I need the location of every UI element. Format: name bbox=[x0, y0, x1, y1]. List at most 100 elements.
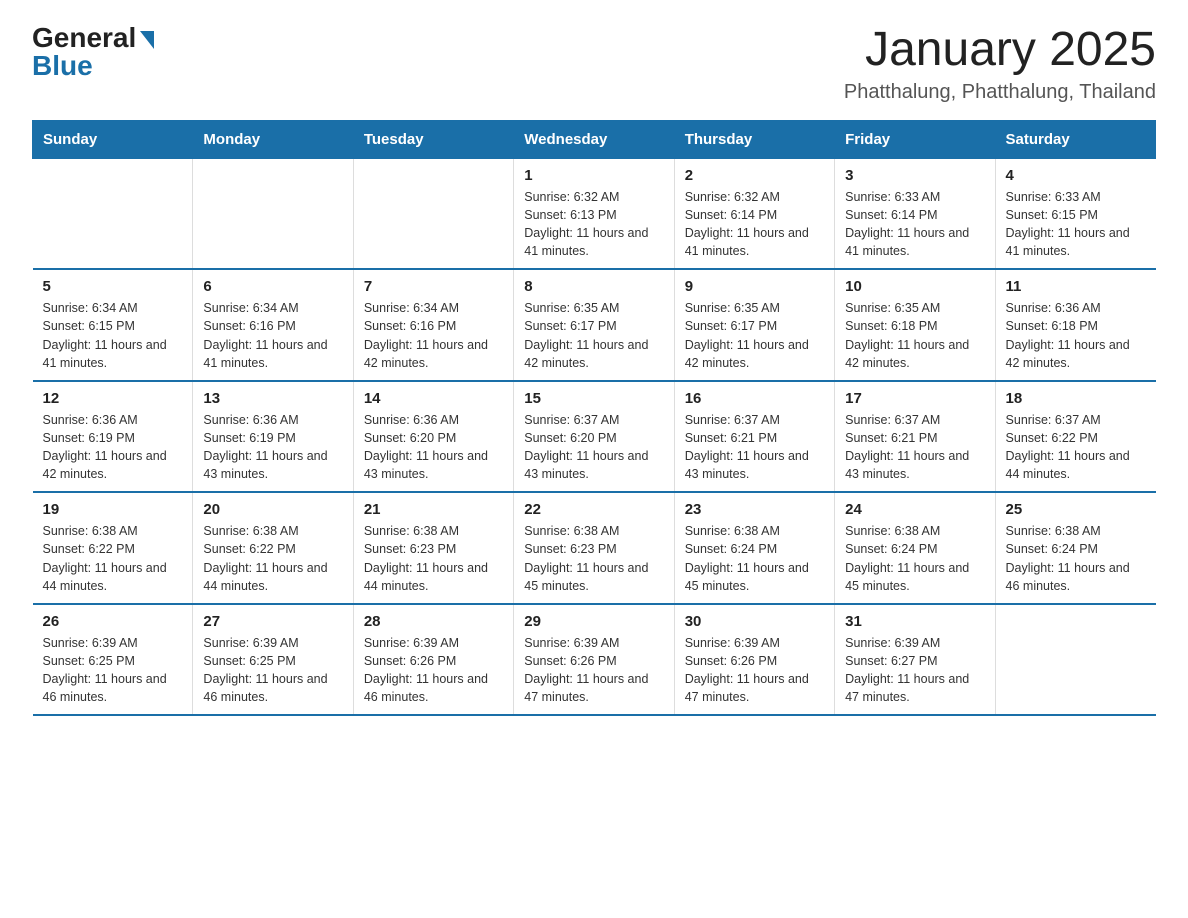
week-row-2: 5 Sunrise: 6:34 AM Sunset: 6:15 PM Daylig… bbox=[33, 269, 1156, 381]
day-number: 11 bbox=[1006, 278, 1146, 295]
header-day-sunday: Sunday bbox=[33, 120, 193, 158]
day-info: Sunrise: 6:38 AM Sunset: 6:24 PM Dayligh… bbox=[845, 522, 984, 595]
calendar-cell: 24 Sunrise: 6:38 AM Sunset: 6:24 PM Dayli… bbox=[835, 492, 995, 604]
logo: General Blue bbox=[32, 24, 154, 80]
title-section: January 2025 Phatthalung, Phatthalung, T… bbox=[844, 24, 1156, 104]
day-info: Sunrise: 6:33 AM Sunset: 6:15 PM Dayligh… bbox=[1006, 188, 1146, 261]
calendar-cell: 8 Sunrise: 6:35 AM Sunset: 6:17 PM Daylig… bbox=[514, 269, 674, 381]
day-info: Sunrise: 6:34 AM Sunset: 6:16 PM Dayligh… bbox=[203, 299, 342, 372]
week-row-4: 19Sunrise: 6:38 AM Sunset: 6:22 PM Dayli… bbox=[33, 492, 1156, 604]
calendar-cell: 28Sunrise: 6:39 AM Sunset: 6:26 PM Dayli… bbox=[353, 604, 513, 716]
calendar-cell: 16Sunrise: 6:37 AM Sunset: 6:21 PM Dayli… bbox=[674, 381, 834, 493]
day-info: Sunrise: 6:35 AM Sunset: 6:17 PM Dayligh… bbox=[524, 299, 663, 372]
calendar-cell bbox=[193, 158, 353, 269]
day-number: 8 bbox=[524, 278, 663, 295]
day-info: Sunrise: 6:37 AM Sunset: 6:22 PM Dayligh… bbox=[1006, 411, 1146, 484]
day-number: 6 bbox=[203, 278, 342, 295]
day-info: Sunrise: 6:38 AM Sunset: 6:22 PM Dayligh… bbox=[43, 522, 183, 595]
week-row-3: 12Sunrise: 6:36 AM Sunset: 6:19 PM Dayli… bbox=[33, 381, 1156, 493]
calendar-cell: 20 Sunrise: 6:38 AM Sunset: 6:22 PM Dayli… bbox=[193, 492, 353, 604]
day-number: 16 bbox=[685, 390, 824, 407]
day-number: 10 bbox=[845, 278, 984, 295]
header-row: SundayMondayTuesdayWednesdayThursdayFrid… bbox=[33, 120, 1156, 158]
day-info: Sunrise: 6:38 AM Sunset: 6:23 PM Dayligh… bbox=[524, 522, 663, 595]
day-number: 15 bbox=[524, 390, 663, 407]
calendar-cell bbox=[33, 158, 193, 269]
day-number: 26 bbox=[43, 613, 183, 630]
day-number: 4 bbox=[1006, 167, 1146, 184]
day-info: Sunrise: 6:34 AM Sunset: 6:16 PM Dayligh… bbox=[364, 299, 503, 372]
calendar-cell: 11 Sunrise: 6:36 AM Sunset: 6:18 PM Dayli… bbox=[995, 269, 1155, 381]
day-number: 23 bbox=[685, 501, 824, 518]
calendar-cell: 7 Sunrise: 6:34 AM Sunset: 6:16 PM Daylig… bbox=[353, 269, 513, 381]
location-title: Phatthalung, Phatthalung, Thailand bbox=[844, 81, 1156, 104]
day-info: Sunrise: 6:38 AM Sunset: 6:22 PM Dayligh… bbox=[203, 522, 342, 595]
calendar-cell: 1Sunrise: 6:32 AM Sunset: 6:13 PM Daylig… bbox=[514, 158, 674, 269]
logo-triangle-icon bbox=[140, 31, 154, 49]
header-day-monday: Monday bbox=[193, 120, 353, 158]
logo-blue: Blue bbox=[32, 52, 93, 80]
day-number: 7 bbox=[364, 278, 503, 295]
day-info: Sunrise: 6:38 AM Sunset: 6:24 PM Dayligh… bbox=[1006, 522, 1146, 595]
calendar-cell: 31 Sunrise: 6:39 AM Sunset: 6:27 PM Dayli… bbox=[835, 604, 995, 716]
header-day-saturday: Saturday bbox=[995, 120, 1155, 158]
calendar-cell: 5 Sunrise: 6:34 AM Sunset: 6:15 PM Daylig… bbox=[33, 269, 193, 381]
header-day-wednesday: Wednesday bbox=[514, 120, 674, 158]
day-info: Sunrise: 6:39 AM Sunset: 6:27 PM Dayligh… bbox=[845, 634, 984, 707]
logo-general: General bbox=[32, 24, 136, 52]
header-day-tuesday: Tuesday bbox=[353, 120, 513, 158]
day-info: Sunrise: 6:36 AM Sunset: 6:20 PM Dayligh… bbox=[364, 411, 503, 484]
week-row-5: 26 Sunrise: 6:39 AM Sunset: 6:25 PM Dayli… bbox=[33, 604, 1156, 716]
calendar-cell: 18 Sunrise: 6:37 AM Sunset: 6:22 PM Dayli… bbox=[995, 381, 1155, 493]
calendar-cell: 12Sunrise: 6:36 AM Sunset: 6:19 PM Dayli… bbox=[33, 381, 193, 493]
calendar-cell: 15 Sunrise: 6:37 AM Sunset: 6:20 PM Dayli… bbox=[514, 381, 674, 493]
day-info: Sunrise: 6:35 AM Sunset: 6:17 PM Dayligh… bbox=[685, 299, 824, 372]
day-info: Sunrise: 6:38 AM Sunset: 6:23 PM Dayligh… bbox=[364, 522, 503, 595]
day-info: Sunrise: 6:36 AM Sunset: 6:19 PM Dayligh… bbox=[203, 411, 342, 484]
day-number: 17 bbox=[845, 390, 984, 407]
day-number: 28 bbox=[364, 613, 503, 630]
day-info: Sunrise: 6:36 AM Sunset: 6:19 PM Dayligh… bbox=[43, 411, 183, 484]
day-number: 29 bbox=[524, 613, 663, 630]
day-info: Sunrise: 6:32 AM Sunset: 6:14 PM Dayligh… bbox=[685, 188, 824, 261]
calendar-cell: 2 Sunrise: 6:32 AM Sunset: 6:14 PM Daylig… bbox=[674, 158, 834, 269]
day-info: Sunrise: 6:34 AM Sunset: 6:15 PM Dayligh… bbox=[43, 299, 183, 372]
day-info: Sunrise: 6:39 AM Sunset: 6:25 PM Dayligh… bbox=[203, 634, 342, 707]
calendar-cell: 17Sunrise: 6:37 AM Sunset: 6:21 PM Dayli… bbox=[835, 381, 995, 493]
day-number: 13 bbox=[203, 390, 342, 407]
day-number: 22 bbox=[524, 501, 663, 518]
day-info: Sunrise: 6:39 AM Sunset: 6:25 PM Dayligh… bbox=[43, 634, 183, 707]
calendar-cell: 3Sunrise: 6:33 AM Sunset: 6:14 PM Daylig… bbox=[835, 158, 995, 269]
day-number: 1 bbox=[524, 167, 663, 184]
calendar-cell: 9Sunrise: 6:35 AM Sunset: 6:17 PM Daylig… bbox=[674, 269, 834, 381]
calendar-cell bbox=[353, 158, 513, 269]
calendar-body: 1Sunrise: 6:32 AM Sunset: 6:13 PM Daylig… bbox=[33, 158, 1156, 715]
day-number: 20 bbox=[203, 501, 342, 518]
calendar-cell: 10Sunrise: 6:35 AM Sunset: 6:18 PM Dayli… bbox=[835, 269, 995, 381]
day-info: Sunrise: 6:39 AM Sunset: 6:26 PM Dayligh… bbox=[685, 634, 824, 707]
week-row-1: 1Sunrise: 6:32 AM Sunset: 6:13 PM Daylig… bbox=[33, 158, 1156, 269]
day-number: 31 bbox=[845, 613, 984, 630]
day-number: 2 bbox=[685, 167, 824, 184]
header-day-thursday: Thursday bbox=[674, 120, 834, 158]
calendar-header: SundayMondayTuesdayWednesdayThursdayFrid… bbox=[33, 120, 1156, 158]
page-header: General Blue January 2025 Phatthalung, P… bbox=[32, 24, 1156, 104]
day-number: 24 bbox=[845, 501, 984, 518]
calendar-cell: 4 Sunrise: 6:33 AM Sunset: 6:15 PM Daylig… bbox=[995, 158, 1155, 269]
day-info: Sunrise: 6:38 AM Sunset: 6:24 PM Dayligh… bbox=[685, 522, 824, 595]
day-number: 3 bbox=[845, 167, 984, 184]
day-number: 5 bbox=[43, 278, 183, 295]
calendar-cell: 26 Sunrise: 6:39 AM Sunset: 6:25 PM Dayli… bbox=[33, 604, 193, 716]
day-info: Sunrise: 6:37 AM Sunset: 6:20 PM Dayligh… bbox=[524, 411, 663, 484]
header-day-friday: Friday bbox=[835, 120, 995, 158]
day-number: 25 bbox=[1006, 501, 1146, 518]
day-info: Sunrise: 6:36 AM Sunset: 6:18 PM Dayligh… bbox=[1006, 299, 1146, 372]
day-info: Sunrise: 6:39 AM Sunset: 6:26 PM Dayligh… bbox=[524, 634, 663, 707]
calendar-cell: 21Sunrise: 6:38 AM Sunset: 6:23 PM Dayli… bbox=[353, 492, 513, 604]
day-number: 18 bbox=[1006, 390, 1146, 407]
calendar-cell: 30Sunrise: 6:39 AM Sunset: 6:26 PM Dayli… bbox=[674, 604, 834, 716]
month-title: January 2025 bbox=[844, 24, 1156, 77]
day-number: 27 bbox=[203, 613, 342, 630]
calendar-cell: 19Sunrise: 6:38 AM Sunset: 6:22 PM Dayli… bbox=[33, 492, 193, 604]
calendar-cell: 14Sunrise: 6:36 AM Sunset: 6:20 PM Dayli… bbox=[353, 381, 513, 493]
